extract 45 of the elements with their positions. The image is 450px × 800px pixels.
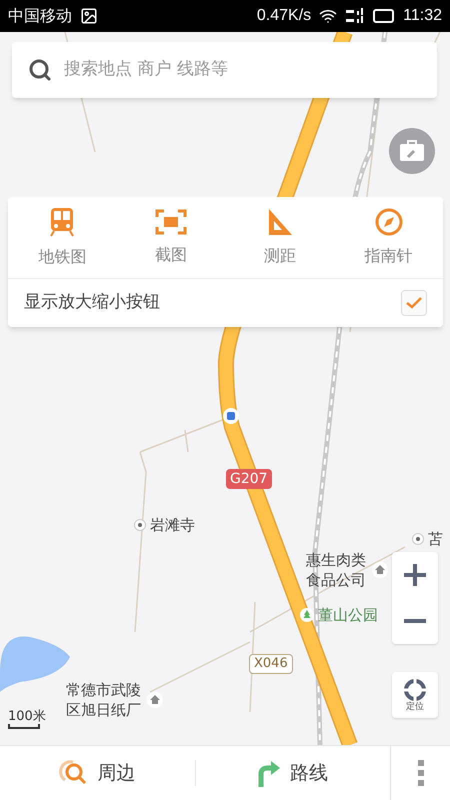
bottom-tab[interactable]: 周边: [0, 758, 194, 788]
scale-label: 100米: [8, 709, 46, 724]
tool-button[interactable]: 截图: [116, 197, 226, 278]
bus-stop-icon: [223, 408, 239, 424]
screenshot-frame-icon: [155, 208, 188, 234]
place-label: 苫: [428, 529, 443, 550]
tree-icon: [300, 608, 314, 622]
map[interactable]: 搜索地点 商户 线路等 地铁图 截图 测距 指南针 显示放大缩小按钮 G207 岩滩寺 惠生肉类食品公司 苫 董山公园 X046 常德市武陵区旭日纸厂 定位 100米: [0, 32, 450, 745]
signal-icon: [345, 7, 366, 25]
battery-icon: [373, 9, 396, 23]
crosshair-icon: [403, 678, 427, 702]
minus-icon: [404, 619, 426, 623]
locate-button[interactable]: 定位: [392, 672, 438, 718]
bottom-tab[interactable]: 路线: [196, 758, 390, 788]
more-icon: [418, 758, 424, 788]
plus-icon: [404, 564, 426, 586]
search-field[interactable]: 搜索地点 商户 线路等: [12, 42, 437, 98]
carrier-label: 中国移动: [8, 5, 72, 27]
place-label: 惠生肉类食品公司: [306, 550, 367, 590]
tool-button[interactable]: 地铁图: [8, 197, 117, 278]
clock: 11:32: [403, 6, 442, 26]
place-label: 常德市武陵区旭日纸厂: [66, 680, 142, 720]
checkmark-icon: [406, 297, 422, 309]
turn-arrow-icon: [258, 758, 282, 788]
compass-icon: [374, 208, 403, 236]
house-icon: [372, 562, 388, 578]
zoom-buttons-checkbox[interactable]: [401, 290, 427, 316]
scale-bar: [8, 724, 40, 729]
road-number-badge: X046: [249, 654, 293, 674]
park-label: 董山公园: [318, 605, 378, 626]
place-label: 岩滩寺: [150, 515, 195, 536]
option-label: 显示放大缩小按钮: [24, 291, 161, 314]
wifi-icon: [319, 7, 338, 25]
tool-button[interactable]: 测距: [226, 197, 334, 278]
search-icon: [28, 58, 52, 82]
toolbox-button[interactable]: [389, 128, 435, 174]
image-icon: [80, 7, 98, 25]
train-icon: [48, 206, 76, 236]
road-number-badge: G207: [226, 469, 272, 489]
triangle-ruler-icon: [266, 208, 293, 236]
search-input[interactable]: 搜索地点 商户 线路等: [64, 57, 421, 83]
house-icon: [146, 692, 162, 708]
toolbox-icon: [399, 140, 425, 162]
tool-button[interactable]: 指南针: [334, 197, 443, 278]
network-speed: 0.47K/s: [256, 6, 312, 26]
